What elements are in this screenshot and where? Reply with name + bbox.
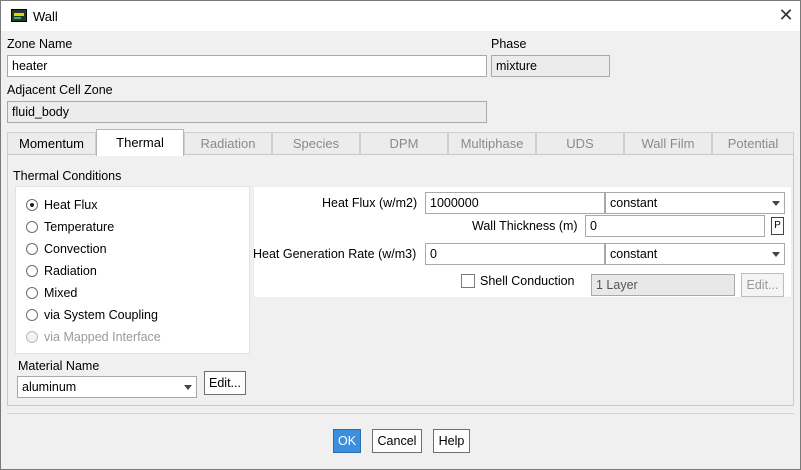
help-button[interactable]: Help <box>433 429 470 453</box>
radio-via-mapped-interface: via Mapped Interface <box>26 329 226 347</box>
heat-generation-method-value: constant <box>610 247 658 261</box>
parameter-button[interactable]: P <box>771 217 784 235</box>
wall-thickness-label: Wall Thickness (m) <box>472 219 578 233</box>
layers-edit-button: Edit... <box>741 273 784 297</box>
tab-potential[interactable]: Potential <box>712 132 794 155</box>
tab-wall-film[interactable]: Wall Film <box>624 132 712 155</box>
tab-uds[interactable]: UDS <box>536 132 624 155</box>
phase-field: mixture <box>491 55 610 77</box>
layers-field: 1 Layer <box>591 274 735 296</box>
tab-momentum[interactable]: Momentum <box>7 132 96 155</box>
zone-name-label: Zone Name <box>7 37 73 51</box>
thermal-conditions-label: Thermal Conditions <box>13 169 122 183</box>
heat-flux-method-value: constant <box>610 196 658 210</box>
phase-label: Phase <box>491 37 527 51</box>
ok-button[interactable]: OK <box>333 429 361 453</box>
tab-dpm[interactable]: DPM <box>360 132 448 155</box>
tab-radiation[interactable]: Radiation <box>184 132 272 155</box>
radio-radiation[interactable]: Radiation <box>26 263 226 281</box>
shell-conduction-checkbox[interactable] <box>461 274 475 288</box>
chevron-down-icon <box>772 201 780 206</box>
tab-thermal[interactable]: Thermal <box>96 129 184 156</box>
heat-generation-method-select[interactable]: constant <box>605 243 785 265</box>
material-name-value: aluminum <box>22 380 77 394</box>
shell-conduction-label: Shell Conduction <box>480 274 575 288</box>
thermal-conditions-group: Heat Flux Temperature Convection Radiati… <box>15 186 250 354</box>
material-name-label: Material Name <box>18 359 100 373</box>
wall-dialog: Wall ✕ Zone Name heater Phase mixture Ad… <box>0 0 801 470</box>
heat-flux-method-select[interactable]: constant <box>605 192 785 214</box>
material-edit-button[interactable]: Edit... <box>204 371 246 395</box>
footer-divider <box>7 413 794 414</box>
adjacent-cell-zone-field: fluid_body <box>7 101 487 123</box>
zone-name-input[interactable]: heater <box>7 55 487 77</box>
heat-generation-rate-label: Heat Generation Rate (w/m3) <box>253 247 417 261</box>
chevron-down-icon <box>184 385 192 390</box>
radio-convection[interactable]: Convection <box>26 241 226 259</box>
app-icon <box>11 9 27 22</box>
heat-generation-rate-input[interactable]: 0 <box>425 243 605 265</box>
heat-flux-input[interactable]: 1000000 <box>425 192 605 214</box>
radio-temperature[interactable]: Temperature <box>26 219 226 237</box>
radio-mixed[interactable]: Mixed <box>26 285 226 303</box>
cancel-button[interactable]: Cancel <box>372 429 422 453</box>
window-title: Wall <box>33 9 58 24</box>
tab-species[interactable]: Species <box>272 132 360 155</box>
tab-multiphase[interactable]: Multiphase <box>448 132 536 155</box>
close-icon[interactable]: ✕ <box>777 6 795 24</box>
chevron-down-icon <box>772 252 780 257</box>
radio-via-system-coupling[interactable]: via System Coupling <box>26 307 226 325</box>
adjacent-cell-zone-label: Adjacent Cell Zone <box>7 83 113 97</box>
heat-flux-label: Heat Flux (w/m2) <box>322 196 418 210</box>
wall-thickness-input[interactable]: 0 <box>585 215 765 237</box>
radio-heat-flux[interactable]: Heat Flux <box>26 197 226 215</box>
material-name-select[interactable]: aluminum <box>17 376 197 398</box>
title-bar: Wall ✕ <box>1 1 800 31</box>
tab-bar: Momentum Thermal Radiation Species DPM M… <box>7 129 794 156</box>
